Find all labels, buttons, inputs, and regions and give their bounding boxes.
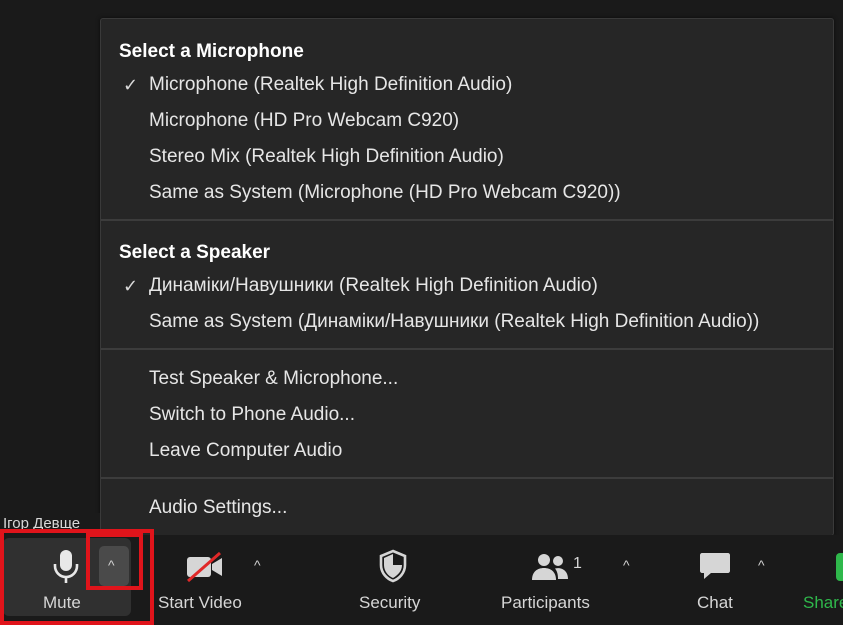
shield-icon [378, 549, 408, 588]
microphone-option-realtek[interactable]: ✓ Microphone (Realtek High Definition Au… [101, 71, 833, 105]
menu-item-label: Microphone (HD Pro Webcam C920) [149, 110, 460, 131]
switch-to-phone-audio-item[interactable]: Switch to Phone Audio... [101, 401, 833, 435]
microphone-section-title: Select a Microphone [119, 41, 304, 62]
security-label: Security [359, 593, 421, 612]
chat-options-caret-icon[interactable]: ^ [758, 557, 765, 573]
chat-label: Chat [697, 593, 733, 612]
audio-settings-item[interactable]: Audio Settings... [101, 494, 833, 528]
menu-item-label: Динаміки/Навушники (Realtek High Definit… [149, 275, 598, 296]
chat-icon [699, 551, 731, 586]
menu-item-label: Microphone (Realtek High Definition Audi… [149, 74, 513, 95]
speaker-option-same-as-system[interactable]: Same as System (Динаміки/Навушники (Real… [101, 308, 833, 342]
leave-computer-audio-item[interactable]: Leave Computer Audio [101, 437, 833, 471]
meeting-toolbar: Mute ^ Start Video ^ Security 1 Particip… [0, 529, 843, 625]
chat-button[interactable]: Chat [690, 535, 745, 625]
participants-button[interactable]: 1 Participants [495, 535, 610, 625]
menu-item-label: Same as System (Microphone (HD Pro Webca… [149, 182, 621, 203]
start-video-button[interactable]: Start Video [155, 535, 255, 625]
share-label: Share [803, 593, 843, 612]
menu-divider [101, 477, 833, 479]
microphone-option-webcam[interactable]: Microphone (HD Pro Webcam C920) [101, 107, 833, 141]
participant-count: 1 [573, 555, 582, 572]
share-icon [836, 553, 843, 586]
menu-item-label: Audio Settings... [149, 497, 288, 518]
speaker-option-realtek[interactable]: ✓ Динаміки/Навушники (Realtek High Defin… [101, 272, 833, 306]
microphone-option-stereo-mix[interactable]: Stereo Mix (Realtek High Definition Audi… [101, 143, 833, 177]
menu-divider [101, 219, 833, 221]
start-video-label: Start Video [158, 593, 242, 612]
share-screen-button[interactable]: Share [800, 535, 843, 625]
participants-label: Participants [501, 593, 590, 612]
meeting-window: Select a Microphone ✓ Microphone (Realte… [0, 0, 843, 625]
video-off-icon [185, 551, 225, 588]
test-speaker-microphone-item[interactable]: Test Speaker & Microphone... [101, 365, 833, 399]
menu-item-label: Leave Computer Audio [149, 440, 343, 461]
checkmark-icon: ✓ [123, 75, 139, 95]
menu-divider [101, 348, 833, 350]
speaker-section-title: Select a Speaker [119, 242, 271, 263]
menu-item-label: Stereo Mix (Realtek High Definition Audi… [149, 146, 504, 167]
video-options-caret-icon[interactable]: ^ [254, 557, 261, 573]
participants-icon [531, 553, 569, 586]
checkmark-icon: ✓ [123, 276, 139, 296]
highlight-box-caret [86, 533, 143, 590]
menu-item-label: Same as System (Динаміки/Навушники (Real… [149, 311, 760, 332]
menu-item-label: Switch to Phone Audio... [149, 404, 355, 425]
menu-item-label: Test Speaker & Microphone... [149, 368, 399, 389]
audio-options-menu: Select a Microphone ✓ Microphone (Realte… [100, 18, 834, 536]
security-button[interactable]: Security [350, 535, 440, 625]
participants-options-caret-icon[interactable]: ^ [623, 557, 630, 573]
microphone-option-same-as-system[interactable]: Same as System (Microphone (HD Pro Webca… [101, 179, 833, 213]
